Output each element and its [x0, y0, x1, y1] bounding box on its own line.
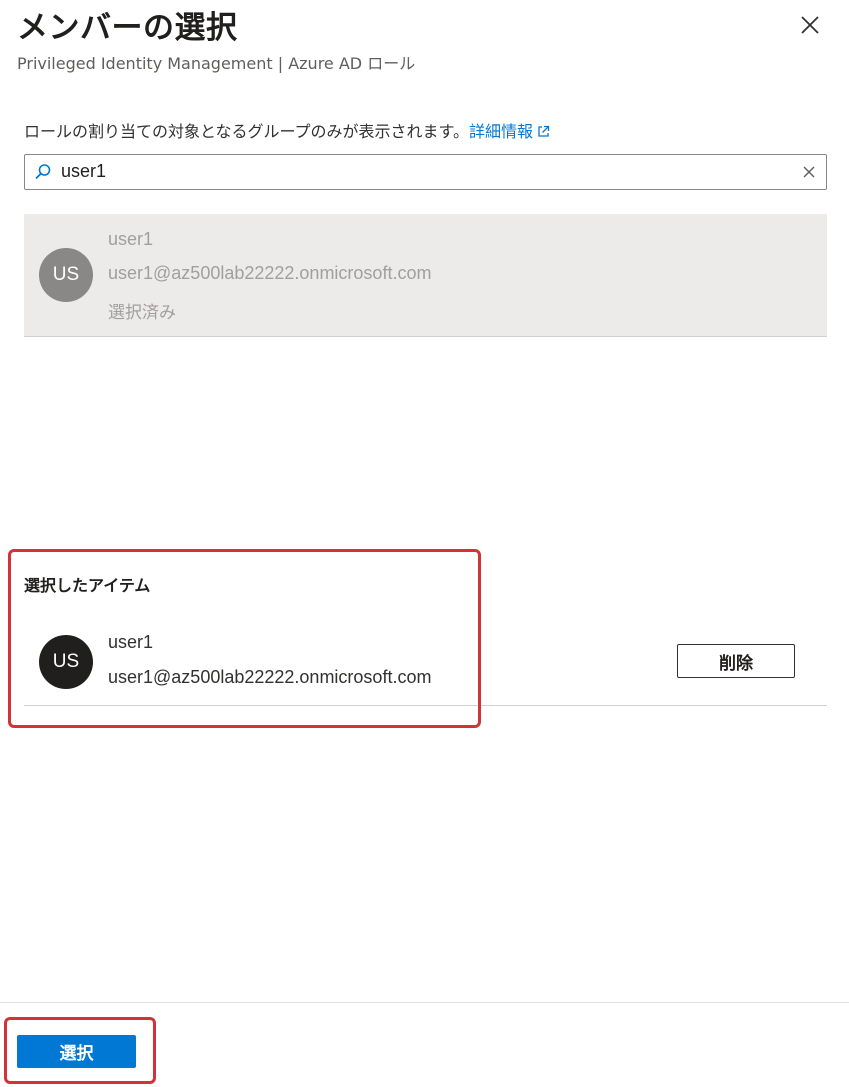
- search-result-row[interactable]: US user1 user1@az500lab22222.onmicrosoft…: [24, 214, 827, 337]
- close-button[interactable]: [795, 10, 825, 40]
- result-name: user1: [108, 229, 154, 249]
- page-title: メンバーの選択: [17, 10, 238, 46]
- close-icon: [801, 16, 819, 34]
- search-box: [24, 154, 827, 190]
- footer-divider: [0, 1002, 849, 1003]
- clear-icon[interactable]: [801, 164, 817, 180]
- info-line: ロールの割り当ての対象となるグループのみが表示されます。詳細情報: [24, 118, 550, 142]
- avatar: US: [39, 248, 93, 302]
- search-input[interactable]: [61, 158, 791, 184]
- result-status: 選択済み: [108, 303, 176, 323]
- info-text: ロールの割り当ての対象となるグループのみが表示されます。: [24, 122, 469, 141]
- external-link-icon: [538, 125, 550, 137]
- remove-button[interactable]: 削除: [677, 644, 795, 678]
- selected-items-heading: 選択したアイテム: [24, 576, 151, 595]
- select-button[interactable]: 選択: [17, 1035, 136, 1068]
- avatar: US: [39, 635, 93, 689]
- selected-item-name: user1: [108, 632, 154, 652]
- result-email: user1@az500lab22222.onmicrosoft.com: [108, 263, 432, 283]
- learn-more-link[interactable]: 詳細情報: [469, 122, 550, 141]
- search-icon: [35, 164, 51, 180]
- learn-more-label: 詳細情報: [468, 122, 533, 141]
- page-subtitle: Privileged Identity Management | Azure A…: [17, 54, 416, 73]
- selected-item-email: user1@az500lab22222.onmicrosoft.com: [108, 667, 432, 687]
